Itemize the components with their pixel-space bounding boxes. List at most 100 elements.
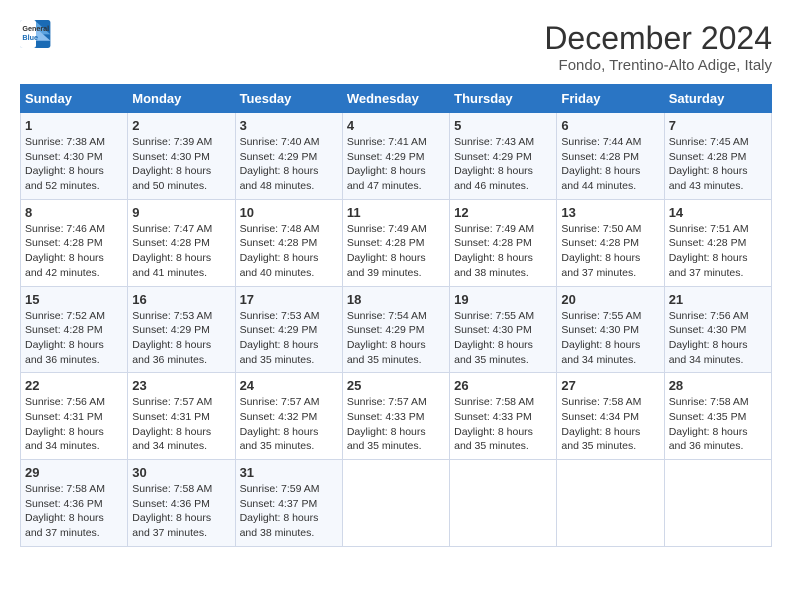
day-number: 5 <box>454 118 552 133</box>
cell-content: Sunrise: 7:50 AMSunset: 4:28 PMDaylight:… <box>561 223 641 279</box>
calendar-cell: 13Sunrise: 7:50 AMSunset: 4:28 PMDayligh… <box>557 199 664 286</box>
cell-content: Sunrise: 7:45 AMSunset: 4:28 PMDaylight:… <box>669 136 749 192</box>
cell-content: Sunrise: 7:53 AMSunset: 4:29 PMDaylight:… <box>240 310 320 366</box>
day-number: 14 <box>669 205 767 220</box>
calendar-header-row: SundayMondayTuesdayWednesdayThursdayFrid… <box>21 85 772 113</box>
calendar-cell: 21Sunrise: 7:56 AMSunset: 4:30 PMDayligh… <box>664 286 771 373</box>
cell-content: Sunrise: 7:54 AMSunset: 4:29 PMDaylight:… <box>347 310 427 366</box>
calendar-cell: 17Sunrise: 7:53 AMSunset: 4:29 PMDayligh… <box>235 286 342 373</box>
cell-content: Sunrise: 7:57 AMSunset: 4:31 PMDaylight:… <box>132 396 212 452</box>
calendar-cell: 2Sunrise: 7:39 AMSunset: 4:30 PMDaylight… <box>128 113 235 200</box>
cell-content: Sunrise: 7:52 AMSunset: 4:28 PMDaylight:… <box>25 310 105 366</box>
calendar-cell: 30Sunrise: 7:58 AMSunset: 4:36 PMDayligh… <box>128 460 235 547</box>
calendar-cell: 22Sunrise: 7:56 AMSunset: 4:31 PMDayligh… <box>21 373 128 460</box>
day-number: 27 <box>561 378 659 393</box>
cell-content: Sunrise: 7:58 AMSunset: 4:36 PMDaylight:… <box>25 483 105 539</box>
calendar-cell: 29 Sunrise: 7:58 AMSunset: 4:36 PMDayligh… <box>21 460 128 547</box>
title-block: December 2024 Fondo, Trentino-Alto Adige… <box>544 20 772 74</box>
cell-content: Sunrise: 7:53 AMSunset: 4:29 PMDaylight:… <box>132 310 212 366</box>
cell-content: Sunrise: 7:57 AMSunset: 4:33 PMDaylight:… <box>347 396 427 452</box>
cell-content: Sunrise: 7:58 AMSunset: 4:35 PMDaylight:… <box>669 396 749 452</box>
cell-content: Sunrise: 7:58 AMSunset: 4:34 PMDaylight:… <box>561 396 641 452</box>
day-number: 25 <box>347 378 445 393</box>
day-number: 4 <box>347 118 445 133</box>
day-number: 28 <box>669 378 767 393</box>
calendar-cell: 20Sunrise: 7:55 AMSunset: 4:30 PMDayligh… <box>557 286 664 373</box>
calendar-cell: 7 Sunrise: 7:45 AMSunset: 4:28 PMDaylight… <box>664 113 771 200</box>
day-number: 19 <box>454 292 552 307</box>
calendar-cell: 31 Sunrise: 7:59 AMSunset: 4:37 PMDayligh… <box>235 460 342 547</box>
day-number: 7 <box>669 118 767 133</box>
calendar-cell: 14Sunrise: 7:51 AMSunset: 4:28 PMDayligh… <box>664 199 771 286</box>
calendar-week-row: 29 Sunrise: 7:58 AMSunset: 4:36 PMDayligh… <box>21 460 772 547</box>
calendar-cell: 8Sunrise: 7:46 AMSunset: 4:28 PMDaylight… <box>21 199 128 286</box>
cell-content: Sunrise: 7:56 AMSunset: 4:30 PMDaylight:… <box>669 310 749 366</box>
calendar-cell: 6 Sunrise: 7:44 AMSunset: 4:28 PMDaylight… <box>557 113 664 200</box>
calendar-cell: 28 Sunrise: 7:58 AMSunset: 4:35 PMDayligh… <box>664 373 771 460</box>
header-saturday: Saturday <box>664 85 771 113</box>
logo-icon: General Blue <box>20 20 52 48</box>
header-wednesday: Wednesday <box>342 85 449 113</box>
calendar-cell: 16 Sunrise: 7:53 AMSunset: 4:29 PMDayligh… <box>128 286 235 373</box>
cell-content: Sunrise: 7:39 AMSunset: 4:30 PMDaylight:… <box>132 136 212 192</box>
cell-content: Sunrise: 7:58 AMSunset: 4:36 PMDaylight:… <box>132 483 212 539</box>
day-number: 6 <box>561 118 659 133</box>
header-monday: Monday <box>128 85 235 113</box>
calendar-cell: 9 Sunrise: 7:47 AMSunset: 4:28 PMDaylight… <box>128 199 235 286</box>
calendar-cell: 4 Sunrise: 7:41 AMSunset: 4:29 PMDaylight… <box>342 113 449 200</box>
calendar-cell: 24 Sunrise: 7:57 AMSunset: 4:32 PMDayligh… <box>235 373 342 460</box>
cell-content: Sunrise: 7:48 AMSunset: 4:28 PMDaylight:… <box>240 223 320 279</box>
calendar-cell <box>664 460 771 547</box>
cell-content: Sunrise: 7:46 AMSunset: 4:28 PMDaylight:… <box>25 223 105 279</box>
cell-content: Sunrise: 7:38 AMSunset: 4:30 PMDaylight:… <box>25 136 105 192</box>
cell-content: Sunrise: 7:58 AMSunset: 4:33 PMDaylight:… <box>454 396 534 452</box>
day-number: 23 <box>132 378 230 393</box>
day-number: 16 <box>132 292 230 307</box>
calendar-cell: 3 Sunrise: 7:40 AMSunset: 4:29 PMDaylight… <box>235 113 342 200</box>
header-sunday: Sunday <box>21 85 128 113</box>
calendar-cell: 27 Sunrise: 7:58 AMSunset: 4:34 PMDayligh… <box>557 373 664 460</box>
calendar-cell: 12Sunrise: 7:49 AMSunset: 4:28 PMDayligh… <box>450 199 557 286</box>
location: Fondo, Trentino-Alto Adige, Italy <box>544 57 772 74</box>
calendar-cell: 5 Sunrise: 7:43 AMSunset: 4:29 PMDaylight… <box>450 113 557 200</box>
calendar-cell: 15Sunrise: 7:52 AMSunset: 4:28 PMDayligh… <box>21 286 128 373</box>
header-thursday: Thursday <box>450 85 557 113</box>
cell-content: Sunrise: 7:49 AMSunset: 4:28 PMDaylight:… <box>347 223 427 279</box>
day-number: 29 <box>25 465 123 480</box>
day-number: 9 <box>132 205 230 220</box>
cell-content: Sunrise: 7:56 AMSunset: 4:31 PMDaylight:… <box>25 396 105 452</box>
header-tuesday: Tuesday <box>235 85 342 113</box>
calendar-cell: 10 Sunrise: 7:48 AMSunset: 4:28 PMDayligh… <box>235 199 342 286</box>
calendar-cell: 18 Sunrise: 7:54 AMSunset: 4:29 PMDayligh… <box>342 286 449 373</box>
day-number: 26 <box>454 378 552 393</box>
cell-content: Sunrise: 7:40 AMSunset: 4:29 PMDaylight:… <box>240 136 320 192</box>
calendar-week-row: 15Sunrise: 7:52 AMSunset: 4:28 PMDayligh… <box>21 286 772 373</box>
header-friday: Friday <box>557 85 664 113</box>
cell-content: Sunrise: 7:55 AMSunset: 4:30 PMDaylight:… <box>561 310 641 366</box>
calendar-week-row: 8Sunrise: 7:46 AMSunset: 4:28 PMDaylight… <box>21 199 772 286</box>
calendar-cell <box>342 460 449 547</box>
day-number: 10 <box>240 205 338 220</box>
calendar-week-row: 1 Sunrise: 7:38 AMSunset: 4:30 PMDaylight… <box>21 113 772 200</box>
page-header: General Blue December 2024 Fondo, Trenti… <box>20 20 772 74</box>
calendar-table: SundayMondayTuesdayWednesdayThursdayFrid… <box>20 84 772 547</box>
calendar-week-row: 22Sunrise: 7:56 AMSunset: 4:31 PMDayligh… <box>21 373 772 460</box>
day-number: 3 <box>240 118 338 133</box>
cell-content: Sunrise: 7:44 AMSunset: 4:28 PMDaylight:… <box>561 136 641 192</box>
cell-content: Sunrise: 7:43 AMSunset: 4:29 PMDaylight:… <box>454 136 534 192</box>
day-number: 18 <box>347 292 445 307</box>
cell-content: Sunrise: 7:59 AMSunset: 4:37 PMDaylight:… <box>240 483 320 539</box>
day-number: 24 <box>240 378 338 393</box>
day-number: 1 <box>25 118 123 133</box>
calendar-cell: 25 Sunrise: 7:57 AMSunset: 4:33 PMDayligh… <box>342 373 449 460</box>
cell-content: Sunrise: 7:47 AMSunset: 4:28 PMDaylight:… <box>132 223 212 279</box>
cell-content: Sunrise: 7:41 AMSunset: 4:29 PMDaylight:… <box>347 136 427 192</box>
svg-text:General: General <box>22 24 49 33</box>
day-number: 31 <box>240 465 338 480</box>
calendar-cell: 19Sunrise: 7:55 AMSunset: 4:30 PMDayligh… <box>450 286 557 373</box>
calendar-cell: 11Sunrise: 7:49 AMSunset: 4:28 PMDayligh… <box>342 199 449 286</box>
calendar-cell: 26 Sunrise: 7:58 AMSunset: 4:33 PMDayligh… <box>450 373 557 460</box>
cell-content: Sunrise: 7:57 AMSunset: 4:32 PMDaylight:… <box>240 396 320 452</box>
calendar-cell: 1 Sunrise: 7:38 AMSunset: 4:30 PMDaylight… <box>21 113 128 200</box>
cell-content: Sunrise: 7:49 AMSunset: 4:28 PMDaylight:… <box>454 223 534 279</box>
